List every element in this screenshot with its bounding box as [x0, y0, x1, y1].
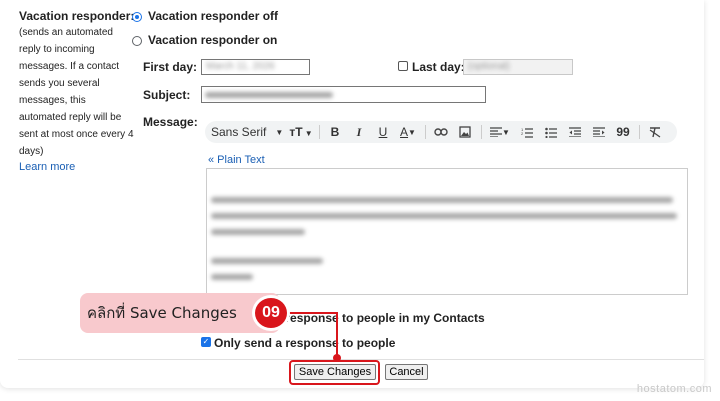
watermark-text: hostatom.com	[636, 383, 712, 395]
toolbar-divider	[421, 121, 429, 143]
description-line: days)	[19, 146, 44, 157]
formatting-toolbar: Sans Serif ▼ тT ▼ B I U A ▼ ▼ 12 99	[205, 121, 677, 143]
font-family-select[interactable]: Sans Serif ▼	[211, 121, 287, 143]
responder-off-radio[interactable]	[132, 12, 142, 22]
plain-text-link[interactable]: « Plain Text	[208, 154, 265, 166]
svg-text:2: 2	[521, 131, 524, 136]
italic-icon[interactable]: I	[347, 121, 371, 143]
first-day-value: March 11, 2026	[206, 61, 275, 72]
align-button[interactable]: ▼	[485, 121, 515, 143]
subject-input[interactable]	[201, 86, 486, 103]
bold-icon[interactable]: B	[323, 121, 347, 143]
instruction-callout: คลิกที่ Save Changes	[80, 293, 280, 333]
subject-value-redacted	[205, 92, 333, 98]
message-editor[interactable]	[206, 168, 688, 295]
only-domain-label[interactable]: Only send a response to people	[214, 336, 395, 350]
text-color-icon: A	[400, 125, 409, 139]
message-text-redacted	[211, 258, 323, 264]
font-family-value: Sans Serif	[211, 125, 267, 139]
message-text-redacted	[211, 229, 305, 235]
only-domain-checkbox[interactable]: ✓	[201, 337, 211, 347]
remove-formatting-icon[interactable]	[643, 121, 667, 143]
chevron-down-icon: ▼	[275, 127, 284, 137]
description-line: sent at most once every 4	[19, 129, 134, 140]
message-text-redacted	[211, 197, 673, 203]
text-size-icon: тT ▼	[289, 125, 313, 139]
first-day-input[interactable]: March 11, 2026	[201, 59, 310, 75]
indent-less-icon[interactable]	[563, 121, 587, 143]
image-icon[interactable]	[453, 121, 477, 143]
description-line: automated reply will be	[19, 112, 122, 123]
toolbar-divider	[477, 121, 485, 143]
subject-label: Subject:	[143, 88, 191, 102]
toolbar-divider	[315, 121, 323, 143]
step-badge: 09	[252, 295, 290, 331]
responder-on-label[interactable]: Vacation responder on	[148, 33, 277, 47]
description-line: messages, this	[19, 95, 86, 106]
description-line: sends you several	[19, 78, 100, 89]
bulleted-list-icon[interactable]	[539, 121, 563, 143]
toolbar-divider	[635, 121, 643, 143]
last-day-placeholder: (optional)	[468, 61, 510, 72]
message-label: Message:	[143, 115, 198, 129]
numbered-list-icon[interactable]: 12	[515, 121, 539, 143]
vacation-responder-description: (sends an automated reply to incoming me…	[19, 24, 139, 160]
align-left-icon	[490, 127, 503, 137]
learn-more-link[interactable]: Learn more	[19, 161, 75, 173]
font-size-button[interactable]: тT ▼	[287, 121, 315, 143]
responder-on-radio[interactable]	[132, 36, 142, 46]
underline-icon[interactable]: U	[371, 121, 395, 143]
cancel-button[interactable]: Cancel	[385, 364, 428, 380]
save-button-highlight	[289, 360, 380, 385]
checkmark-icon: ✓	[202, 337, 210, 346]
responder-off-label[interactable]: Vacation responder off	[148, 9, 278, 23]
description-line: messages. If a contact	[19, 61, 120, 72]
link-icon[interactable]	[429, 121, 453, 143]
indent-more-icon[interactable]	[587, 121, 611, 143]
callout-connector-vertical	[336, 312, 338, 358]
description-line: reply to incoming	[19, 44, 95, 55]
text-color-button[interactable]: A ▼	[395, 121, 421, 143]
message-text-redacted	[211, 213, 677, 219]
callout-connector-horizontal	[285, 312, 337, 314]
last-day-label: Last day:	[412, 60, 465, 74]
vacation-responder-label: Vacation responder:	[19, 9, 135, 23]
quote-icon[interactable]: 99	[611, 121, 635, 143]
last-day-checkbox[interactable]	[398, 61, 408, 71]
radio-selected-icon	[132, 12, 142, 22]
message-text-redacted	[211, 274, 253, 280]
radio-unselected-icon	[132, 36, 142, 46]
last-day-input[interactable]: (optional)	[463, 59, 573, 75]
description-line: (sends an automated	[19, 27, 113, 38]
first-day-label: First day:	[143, 60, 198, 74]
